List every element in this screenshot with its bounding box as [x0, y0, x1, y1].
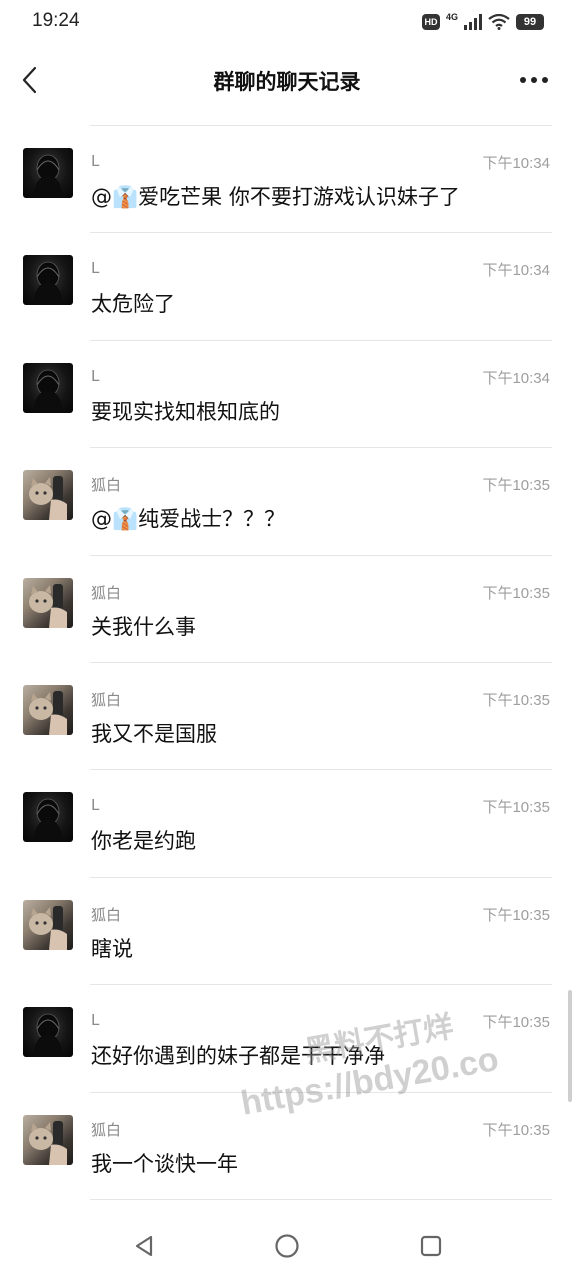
message-list[interactable]: L 下午10:34 @👔爱吃芒果 你不要打游戏认识妹子了 L 下午10:34 太危险了 L 下…: [0, 126, 574, 1200]
hooded-figure-avatar: [33, 369, 63, 413]
message-item[interactable]: 狐白 下午10:35 @👔纯爱战士？？？: [0, 448, 574, 556]
message-time: 下午10:34: [482, 155, 550, 172]
cat-photo-avatar: [29, 476, 67, 521]
nav-home-button[interactable]: [273, 1232, 301, 1260]
hooded-figure-avatar: [33, 261, 63, 306]
message-item[interactable]: L 下午10:35 还好你遇到的妹子都是干干净净: [0, 985, 574, 1093]
message-sender: L: [91, 1011, 100, 1030]
more-dots-icon: [520, 77, 548, 83]
message-time: 下午10:35: [482, 691, 550, 709]
message-text[interactable]: 你老是约跑: [91, 825, 196, 855]
avatar[interactable]: [23, 470, 73, 521]
circle-home-icon: [275, 1234, 299, 1258]
scrollbar[interactable]: [568, 990, 572, 1102]
message-text[interactable]: @👔纯爱战士？？？: [91, 503, 285, 533]
message-item[interactable]: L 下午10:34 @👔爱吃芒果 你不要打游戏认识妹子了: [0, 126, 574, 234]
message-sender: L: [91, 152, 100, 170]
avatar[interactable]: [23, 792, 73, 843]
message-text[interactable]: 关我什么事: [91, 611, 196, 641]
message-text[interactable]: @👔爱吃芒果 你不要打游戏认识妹子了: [91, 181, 460, 211]
message-time: 下午10:34: [482, 369, 550, 387]
message-time: 下午10:35: [482, 799, 550, 817]
message-time: 下午10:34: [482, 262, 550, 280]
avatar[interactable]: [23, 148, 73, 198]
message-text[interactable]: 我一个谈快一年: [91, 1148, 238, 1178]
message-sender: 狐白: [91, 1120, 122, 1139]
message-text[interactable]: 要现实找知根知底的: [91, 396, 280, 426]
status-bar: 19:24 HD 4G 99: [0, 0, 574, 44]
message-sender: L: [91, 796, 100, 815]
message-time: 下午10:35: [482, 584, 550, 602]
wifi-icon: [488, 14, 510, 30]
message-item[interactable]: L 下午10:34 太危险了: [0, 233, 574, 341]
nav-recent-button[interactable]: [417, 1232, 445, 1260]
status-icons: HD 4G 99: [421, 11, 544, 33]
nav-back-button[interactable]: [130, 1232, 158, 1260]
avatar[interactable]: [23, 684, 73, 735]
message-sender: L: [91, 259, 100, 278]
message-time: 下午10:35: [482, 1014, 550, 1032]
message-item[interactable]: L 下午10:35 你老是约跑: [0, 770, 574, 878]
page-title: 群聊的聊天记录: [213, 70, 361, 94]
hd-icon: HD: [421, 14, 440, 30]
message-text[interactable]: 还好你遇到的妹子都是干干净净: [91, 1040, 385, 1070]
triangle-back-icon: [135, 1235, 153, 1257]
square-recent-icon: [420, 1235, 442, 1257]
message-text[interactable]: 我又不是国服: [91, 718, 217, 748]
message-divider: [90, 1198, 552, 1200]
message-item[interactable]: 狐白 下午10:35 瞎说: [0, 878, 574, 986]
message-time: 下午10:35: [482, 477, 550, 495]
hooded-figure-avatar: [33, 154, 63, 198]
avatar[interactable]: [23, 1007, 73, 1058]
hooded-figure-avatar: [33, 798, 63, 843]
message-item[interactable]: 狐白 下午10:35 我又不是国服: [0, 663, 574, 771]
message-time: 下午10:35: [482, 906, 550, 924]
message-item[interactable]: 狐白 下午10:35 我一个谈快一年: [0, 1093, 574, 1200]
message-text[interactable]: 瞎说: [91, 933, 133, 963]
avatar[interactable]: [23, 1114, 73, 1165]
message-sender: 狐白: [91, 583, 122, 602]
cat-photo-avatar: [29, 905, 67, 950]
message-item[interactable]: L 下午10:34 要现实找知根知底的: [0, 341, 574, 449]
message-sender: 狐白: [91, 905, 122, 924]
avatar[interactable]: [23, 577, 73, 628]
message-sender: 狐白: [91, 690, 122, 709]
header-bar: 群聊的聊天记录: [0, 52, 574, 108]
message-sender: L: [91, 366, 100, 385]
cat-photo-avatar: [29, 583, 67, 628]
network-type-label: 4G: [445, 12, 458, 22]
battery-icon: 99: [516, 14, 544, 30]
avatar[interactable]: [23, 362, 73, 413]
avatar[interactable]: [23, 899, 73, 950]
system-nav-bar: [0, 1212, 574, 1280]
cat-photo-avatar: [29, 1120, 67, 1165]
message-sender: 狐白: [91, 476, 122, 495]
message-text[interactable]: 太危险了: [91, 288, 175, 318]
message-time: 下午10:35: [482, 1121, 550, 1139]
status-time: 19:24: [32, 10, 80, 31]
signal-icon: [464, 14, 482, 30]
avatar[interactable]: [23, 255, 73, 306]
hooded-figure-avatar: [33, 1013, 63, 1058]
cat-photo-avatar: [29, 690, 67, 735]
more-button[interactable]: [518, 66, 550, 94]
message-item[interactable]: 狐白 下午10:35 关我什么事: [0, 556, 574, 663]
